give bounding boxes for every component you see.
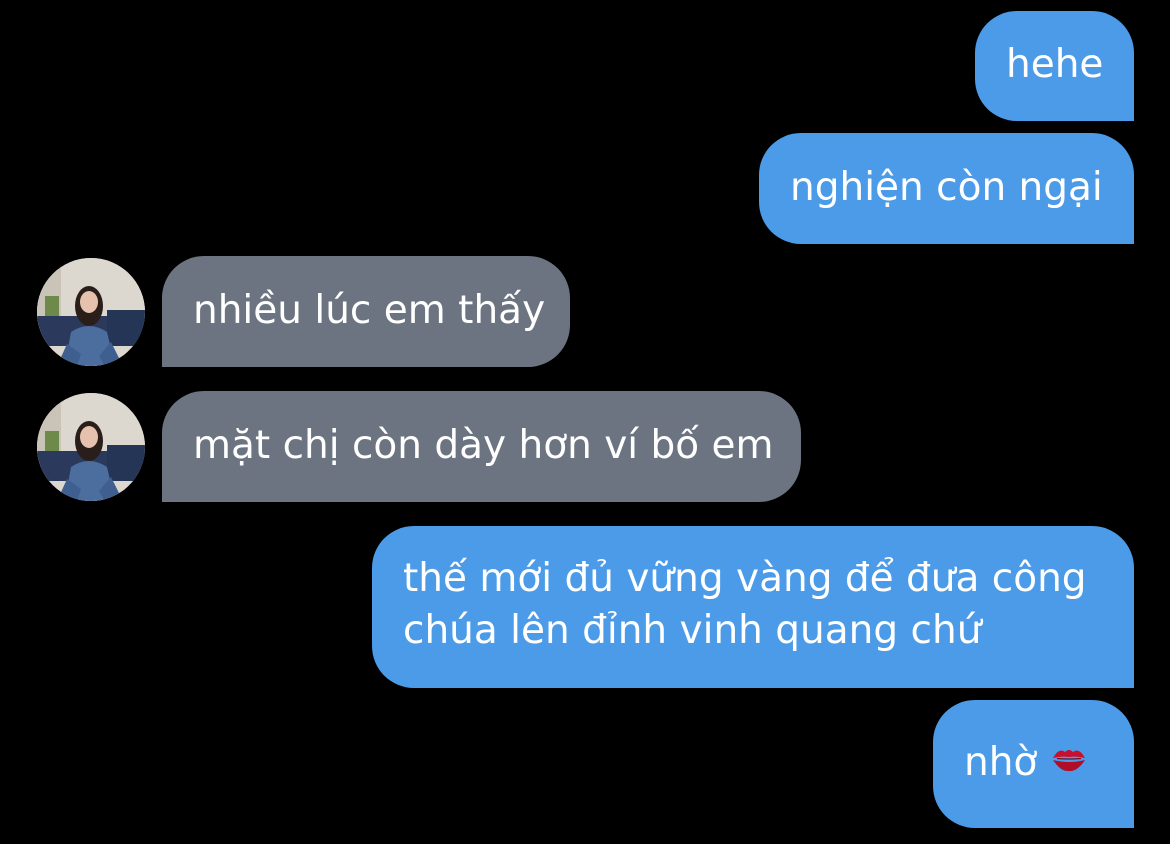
- outgoing-message[interactable]: hehe: [975, 11, 1134, 121]
- incoming-message[interactable]: nhiều lúc em thấy: [162, 256, 570, 367]
- message-text: nhờ: [964, 740, 1038, 785]
- incoming-message[interactable]: mặt chị còn dày hơn ví bố em: [162, 391, 801, 502]
- message-text-line: thế mới đủ vững vàng để đưa công: [403, 556, 1087, 601]
- message-text: nghiện còn ngại: [790, 165, 1103, 210]
- message-text: mặt chị còn dày hơn ví bố em: [193, 423, 774, 468]
- message-text: nhiều lúc em thấy: [193, 288, 546, 333]
- outgoing-message[interactable]: nhờ: [933, 700, 1134, 828]
- contact-avatar[interactable]: [37, 258, 145, 366]
- kiss-mark-icon: [1051, 736, 1087, 788]
- message-text-line: chúa lên đỉnh vinh quang chứ: [403, 608, 982, 653]
- outgoing-message[interactable]: nghiện còn ngại: [759, 133, 1134, 244]
- chat-thread: hehe nghiện còn ngại nhiều lúc em thấy m…: [0, 0, 1170, 844]
- message-text: hehe: [1006, 42, 1104, 87]
- profile-photo-icon: [37, 258, 145, 366]
- profile-photo-icon: [37, 393, 145, 501]
- outgoing-message[interactable]: thế mới đủ vững vàng để đưa công chúa lê…: [372, 526, 1134, 688]
- contact-avatar[interactable]: [37, 393, 145, 501]
